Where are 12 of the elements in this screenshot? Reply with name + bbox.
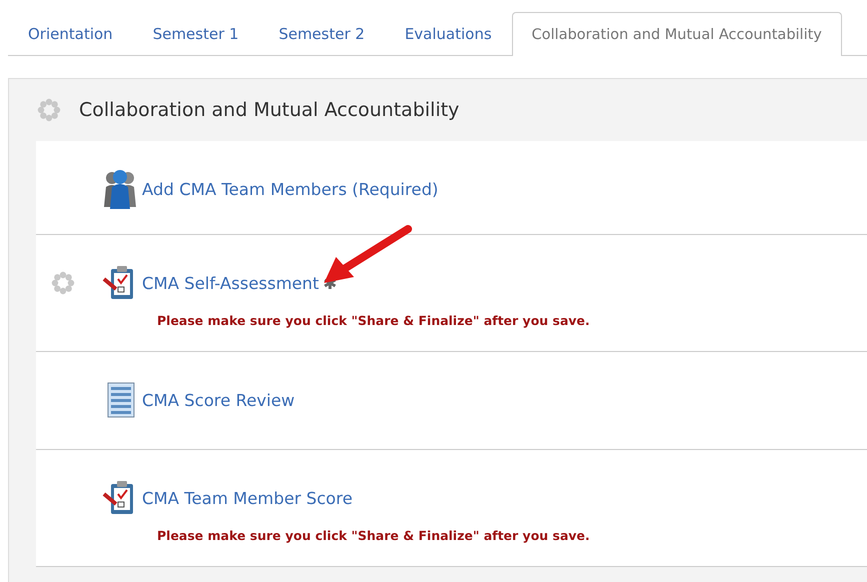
- item-link[interactable]: CMA Team Member Score: [142, 488, 352, 508]
- tab[interactable]: Semester 1: [132, 10, 259, 55]
- warning-text: Please make sure you click "Share & Finalize" after you save.: [157, 313, 591, 328]
- item-link[interactable]: CMA Self-Assessment: [142, 274, 319, 292]
- item-link[interactable]: CMA Score Review: [142, 390, 295, 410]
- item-link[interactable]: Add CMA Team Members (Required): [142, 180, 438, 198]
- tab[interactable]: Evaluations: [384, 10, 512, 55]
- warning-text: Please make sure you click "Share & Finalize" after you save.: [157, 528, 591, 543]
- tab[interactable]: Collaboration and Mutual Accountability: [512, 12, 842, 56]
- tab[interactable]: Orientation: [8, 10, 133, 55]
- tab[interactable]: Semester 2: [258, 10, 385, 55]
- panel-title: Collaboration and Mutual Accountability: [79, 99, 460, 121]
